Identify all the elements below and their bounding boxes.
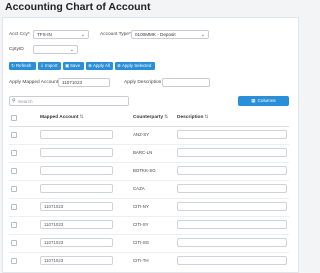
row-checkbox[interactable] — [11, 204, 17, 210]
apply-all-button[interactable]: ⊕Apply All — [86, 62, 113, 70]
search-icon: ⚲ — [12, 98, 16, 104]
sort-icon: ⇅ — [164, 115, 169, 120]
description-input[interactable] — [177, 220, 287, 229]
apply-mapped-account-input[interactable]: 11071023 — [58, 78, 110, 87]
counterparty-cell: BARC-LN — [133, 150, 153, 155]
counterparty-cell: BOTKK-SG — [133, 168, 156, 173]
description-input[interactable] — [177, 166, 287, 175]
table-row: BOTKK-SG — [9, 162, 289, 181]
page-title: Accounting Chart of Account — [5, 1, 151, 13]
account-type-value: 0100MMK - Deposit — [135, 32, 176, 37]
row-checkbox[interactable] — [11, 186, 17, 192]
header-counterparty[interactable]: Counterparty⇅ — [133, 115, 168, 120]
row-checkbox[interactable] — [11, 168, 17, 174]
counterparty-cell: CITI-SG — [133, 240, 150, 245]
header-description[interactable]: Description⇅ — [177, 115, 208, 120]
apply-selected-icon: ⊕ — [117, 63, 121, 68]
columns-icon: ▦ — [251, 98, 256, 103]
search-placeholder: Search — [18, 99, 33, 104]
row-checkbox[interactable] — [11, 132, 17, 138]
table-row: BARC-LN — [9, 144, 289, 163]
acct-ccy-select[interactable]: TFS-IN ⌄ — [33, 30, 89, 39]
row-checkbox[interactable] — [11, 258, 17, 264]
columns-button[interactable]: ▦ Columns — [238, 96, 289, 106]
description-input[interactable] — [177, 130, 287, 139]
counterparty-cell: CITI-NY — [133, 204, 149, 209]
apply-all-icon: ⊕ — [88, 63, 92, 68]
mapped-account-input[interactable]: 11071023 — [40, 220, 113, 229]
account-type-select[interactable]: 0100MMK - Deposit ⌄ — [131, 30, 209, 39]
sort-icon: ⇅ — [79, 115, 84, 120]
refresh-button[interactable]: ↻Refresh — [9, 62, 36, 70]
description-input[interactable] — [177, 202, 287, 211]
table-row: 11071023 CITI-SG — [9, 234, 289, 253]
description-input[interactable] — [177, 148, 287, 157]
mapped-account-input[interactable] — [40, 184, 113, 193]
description-input[interactable] — [177, 238, 287, 247]
row-checkbox[interactable] — [11, 150, 17, 156]
chevron-down-icon: ⌄ — [69, 47, 74, 53]
counterparty-cell: CITI-TH — [133, 258, 149, 263]
acct-ccy-value: TFS-IN — [37, 32, 52, 37]
sort-icon: ⇅ — [204, 115, 209, 120]
mapped-account-input[interactable] — [40, 166, 113, 175]
mapped-account-input[interactable]: 11071023 — [40, 256, 113, 265]
apply-mapped-account-label: Apply Mapped Account — [9, 80, 59, 85]
counterparty-cell: CAZA — [133, 186, 145, 191]
chevron-down-icon: ⌄ — [80, 32, 85, 38]
mapped-account-input[interactable]: 11071023 — [40, 238, 113, 247]
apply-description-input[interactable] — [162, 78, 210, 87]
row-checkbox[interactable] — [11, 222, 17, 228]
description-input[interactable] — [177, 256, 287, 265]
apply-selected-button[interactable]: ⊕Apply Selected — [115, 62, 155, 70]
counterparty-cell: CITI-SY — [133, 222, 149, 227]
import-icon: ⇩ — [40, 63, 44, 68]
table-row: ANZ-SY — [9, 126, 289, 145]
acct-ccy-label: Acct Ccy* — [9, 32, 30, 37]
save-icon: ▣ — [65, 63, 70, 68]
refresh-icon: ↻ — [11, 63, 15, 68]
account-type-label: Account Type* — [100, 32, 131, 37]
description-input[interactable] — [177, 184, 287, 193]
cpty-id-select[interactable]: ⌄ — [33, 45, 78, 54]
counterparty-cell: ANZ-SY — [133, 132, 150, 137]
chevron-down-icon: ⌄ — [200, 32, 205, 38]
table-row: CAZA — [9, 180, 289, 199]
table-row: 11071023 CITI-NY — [9, 198, 289, 217]
cpty-id-label: CptyID — [9, 47, 24, 52]
apply-description-label: Apply Description — [124, 80, 162, 85]
table-header: Mapped Account⇅ Counterparty⇅ Descriptio… — [9, 112, 289, 127]
search-input[interactable]: ⚲ Search — [9, 96, 129, 106]
header-mapped-account[interactable]: Mapped Account⇅ — [40, 115, 84, 120]
mapped-account-input[interactable]: 11071023 — [40, 202, 113, 211]
mapped-account-input[interactable] — [40, 148, 113, 157]
mapped-account-input[interactable] — [40, 130, 113, 139]
table-row: 11071023 CITI-TH — [9, 252, 289, 270]
row-checkbox[interactable] — [11, 240, 17, 246]
select-all-checkbox[interactable] — [11, 115, 17, 121]
import-button[interactable]: ⇩Import — [38, 62, 61, 70]
save-button[interactable]: ▣Save — [63, 62, 84, 70]
table-row: 11071023 CITI-SY — [9, 216, 289, 235]
